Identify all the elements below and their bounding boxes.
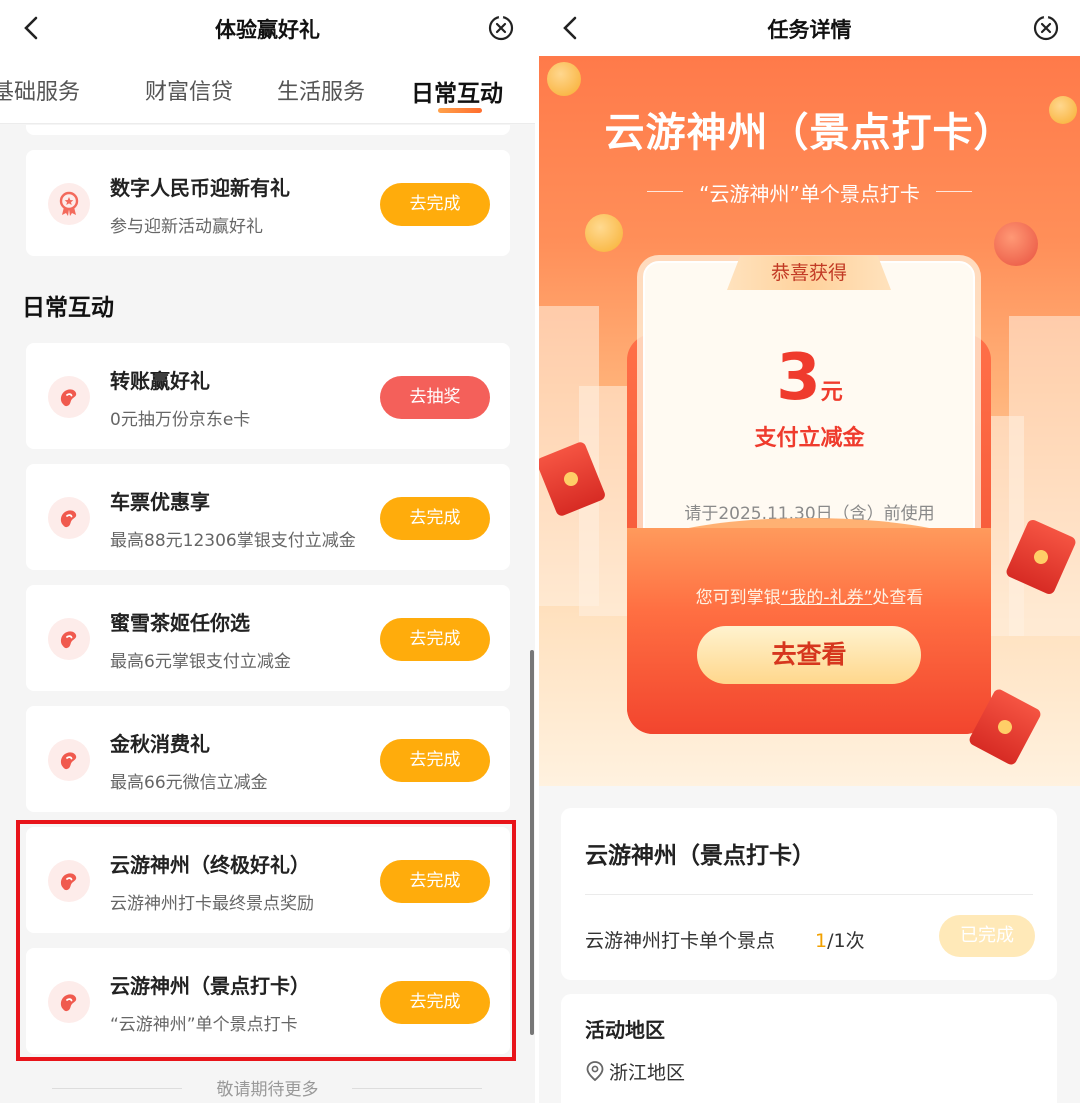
task-subtitle: 最高6元掌银支付立减金 [110, 652, 291, 672]
page-title: 体验赢好礼 [215, 18, 320, 42]
tab-basic-service[interactable]: 基础服务 [0, 74, 80, 106]
task-subtitle: 0元抽万份京东e卡 [110, 410, 251, 430]
task-card-digital-rmb: 数字人民币迎新有礼 参与迎新活动赢好礼 去完成 [26, 150, 510, 256]
nav-bar: 体验赢好礼 [0, 0, 535, 56]
highlight-annotation-box [16, 820, 516, 1061]
activity-area-value: 浙江地区 [609, 1062, 686, 1084]
section-title: 日常互动 [22, 295, 114, 321]
active-tab-indicator [438, 108, 482, 113]
completed-button: 已完成 [939, 915, 1035, 957]
coupon-name: 支付立减金 [754, 426, 865, 451]
coupon-amount-unit: 元 [820, 380, 843, 405]
tab-daily-interaction[interactable]: 日常互动 [411, 74, 503, 108]
tab-wealth-credit[interactable]: 财富信贷 [145, 74, 233, 106]
bean-icon [48, 497, 90, 539]
task-card: 蜜雪茶姬任你选最高6元掌银支付立减金 去完成 [26, 585, 510, 691]
activity-area-title: 活动地区 [585, 1018, 665, 1042]
task-title: 金秋消费礼 [110, 732, 210, 756]
hero-subtitle: “云游神州”单个景点打卡 [699, 182, 920, 206]
redpack-decoration [994, 222, 1038, 266]
task-row-label: 云游神州打卡单个景点 [585, 930, 776, 952]
task-card: 金秋消费礼最高66元微信立减金 去完成 [26, 706, 510, 812]
complete-button[interactable]: 去完成 [380, 183, 490, 226]
footer-divider-right [352, 1088, 482, 1089]
tab-life-service[interactable]: 生活服务 [277, 74, 365, 106]
subtitle-line-right [936, 191, 972, 192]
coin-decoration [547, 62, 581, 96]
task-action-button[interactable]: 去完成 [380, 618, 490, 661]
coupon-location-tip: 您可到掌银“我的-礼券”处查看 [539, 583, 1080, 608]
task-card: 车票优惠享最高88元12306掌银支付立减金 去完成 [26, 464, 510, 570]
task-subtitle: 最高88元12306掌银支付立减金 [110, 531, 356, 551]
category-tabs: 基础服务 财富信贷 生活服务 日常互动 [0, 56, 535, 124]
task-card-title: 云游神州（景点打卡） [585, 843, 815, 869]
close-icon[interactable] [1032, 14, 1060, 42]
bean-icon [48, 376, 90, 418]
task-action-button[interactable]: 去完成 [380, 497, 490, 540]
view-coupon-button[interactable]: 去查看 [697, 626, 921, 684]
progress-total: /1次 [827, 930, 865, 952]
coin-decoration [585, 214, 623, 252]
task-title: 数字人民币迎新有礼 [110, 176, 290, 200]
activity-area-card: 活动地区 浙江地区 [561, 994, 1057, 1103]
task-subtitle: 最高66元微信立减金 [110, 773, 268, 793]
award-icon [48, 183, 90, 225]
task-title: 蜜雪茶姬任你选 [110, 611, 250, 635]
page-title: 任务详情 [767, 18, 852, 42]
task-info-area: 云游神州（景点打卡） 云游神州打卡单个景点 1/1次 已完成 活动地区 浙江地区 [539, 786, 1080, 1103]
coupon-amount: 3元 [539, 341, 1080, 415]
task-action-button[interactable]: 去完成 [380, 739, 490, 782]
nav-bar: 任务详情 [539, 0, 1080, 56]
coupon-amount-number: 3 [776, 341, 821, 415]
close-icon[interactable] [487, 14, 515, 42]
task-title: 车票优惠享 [110, 490, 210, 514]
card-edge [26, 125, 510, 135]
task-title: 转账赢好礼 [110, 369, 210, 393]
task-card: 转账赢好礼 0元抽万份京东e卡 去抽奖 [26, 343, 510, 449]
bean-icon [48, 739, 90, 781]
task-progress: 1/1次 [815, 926, 865, 953]
progress-current: 1 [815, 930, 828, 952]
divider [585, 894, 1033, 895]
reward-hero: 云游神州（景点打卡） “云游神州”单个景点打卡 恭喜获得 3元 支付立减金 请于… [539, 56, 1080, 801]
left-screen: 体验赢好礼 基础服务 财富信贷 生活服务 日常互动 数字人民币迎新有礼 参与迎新… [0, 0, 535, 1103]
tip-prefix: 您可到掌银 [695, 588, 781, 608]
my-coupons-link[interactable]: “我的-礼券” [781, 588, 873, 608]
task-action-button[interactable]: 去抽奖 [380, 376, 490, 419]
right-screen: 任务详情 云游神州（景点打卡） “云游神州”单个景点打卡 恭喜获得 3元 支付立… [539, 0, 1080, 1103]
coupon-tag: 恭喜获得 [727, 256, 891, 290]
task-progress-card: 云游神州（景点打卡） 云游神州打卡单个景点 1/1次 已完成 [561, 808, 1057, 980]
location-pin-icon [586, 1061, 604, 1082]
tip-suffix: 处查看 [872, 588, 924, 608]
hero-title: 云游神州（景点打卡） [604, 110, 1015, 156]
bean-icon [48, 618, 90, 660]
task-subtitle: 参与迎新活动赢好礼 [110, 217, 263, 237]
scrollbar[interactable] [530, 650, 534, 1035]
